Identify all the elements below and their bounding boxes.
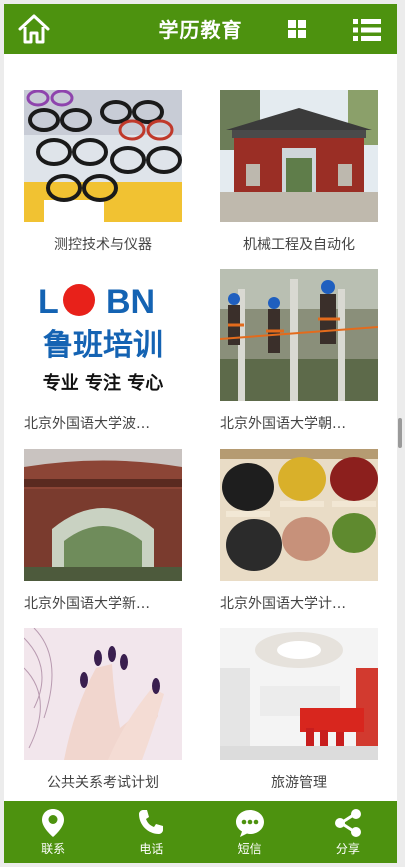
manicure-photo (24, 628, 182, 760)
phone-label: 电话 (139, 842, 164, 856)
course-caption: 北京外国语大学波… (24, 416, 150, 432)
grid-view-icon (288, 20, 306, 38)
grain-jars-photo (220, 449, 378, 581)
share-icon (334, 809, 361, 837)
list-menu-button[interactable] (351, 17, 383, 43)
course-caption: 机械工程及自动化 (243, 237, 355, 253)
sms-button[interactable]: 短信 (201, 801, 299, 863)
location-pin-icon (42, 809, 65, 837)
contact-button[interactable]: 联系 (4, 801, 102, 863)
share-button[interactable]: 分享 (299, 801, 397, 863)
course-caption: 北京外国语大学新… (24, 596, 150, 612)
phone-icon (139, 810, 164, 834)
grid-view-button[interactable] (287, 19, 307, 39)
home-icon (18, 14, 50, 44)
course-caption: 测控技术与仪器 (54, 237, 152, 253)
course-caption: 北京外国语大学计… (220, 596, 346, 612)
home-button[interactable] (16, 13, 52, 45)
course-grid: 测控技术与仪器 机械工程及自动化 L BN 鲁班培训 专业 专注 专心 北京外国… (4, 54, 397, 801)
eyeglasses-photo (24, 90, 182, 222)
top-bar: 学历教育 (4, 4, 397, 54)
logo-slogan: 专业 专注 专心 (43, 372, 164, 394)
course-caption: 旅游管理 (271, 775, 327, 791)
list-menu-icon (353, 19, 381, 41)
lineworkers-photo (220, 269, 378, 401)
campus-gate-photo (220, 90, 378, 222)
page-scrollbar[interactable] (398, 418, 402, 448)
course-caption: 公共关系考试计划 (47, 775, 159, 791)
course-caption: 北京外国语大学朝… (220, 416, 346, 432)
svg-text:BN: BN (106, 283, 155, 321)
luban-training-logo: L BN 鲁班培训 专业 专注 专心 (24, 269, 182, 401)
share-label: 分享 (335, 842, 360, 856)
svg-text:L: L (38, 283, 59, 321)
logo-name: 鲁班培训 (43, 328, 163, 363)
sms-label: 短信 (237, 842, 262, 856)
app-frame: 学历教育 测控技术与仪器 机械工程及自动化 L BN 鲁班培训 专业 专注 专心… (4, 4, 397, 863)
campus-arch-photo (24, 449, 182, 581)
contact-label: 联系 (41, 842, 66, 856)
page-title: 学历教育 (158, 18, 243, 42)
phone-button[interactable]: 电话 (102, 801, 200, 863)
office-lobby-photo (220, 628, 378, 760)
bottom-bar: 联系 电话 短信 分享 (4, 801, 397, 863)
message-icon (235, 810, 264, 837)
